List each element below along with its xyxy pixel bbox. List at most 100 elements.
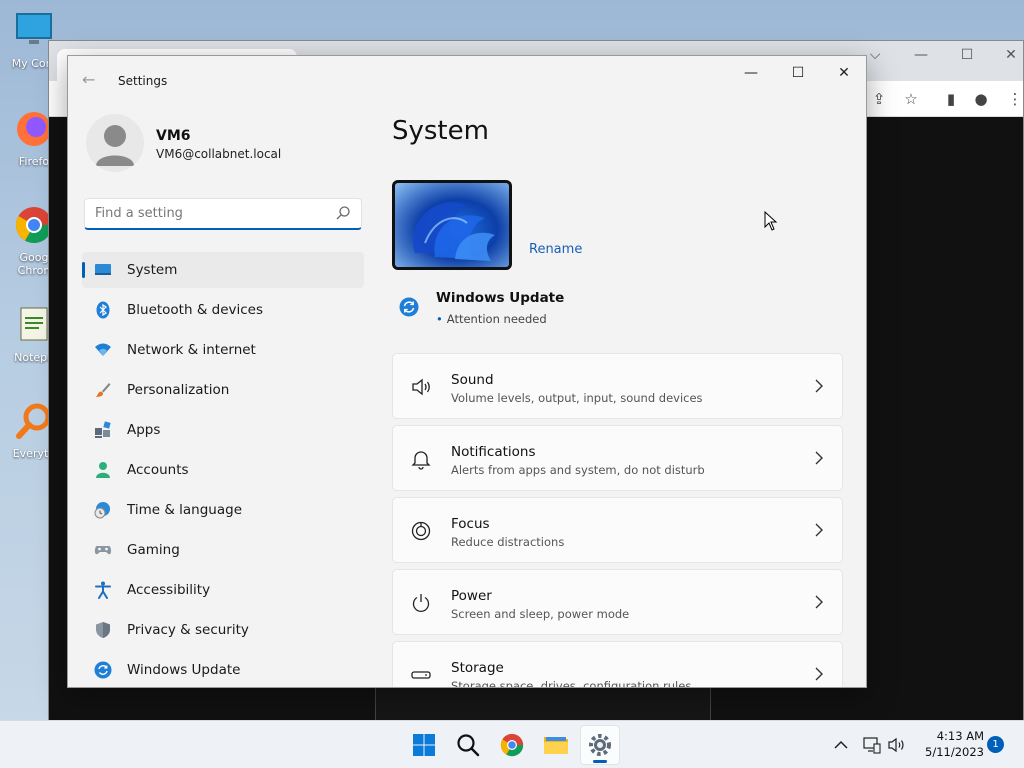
card-notifications[interactable]: Notifications Alerts from apps and syste… xyxy=(392,425,843,491)
back-arrow-icon[interactable]: ← xyxy=(82,70,102,90)
sidebar-item-accounts[interactable]: Accounts xyxy=(82,452,364,488)
clock-time: 4:13 AM xyxy=(936,729,984,743)
avatar xyxy=(86,114,144,172)
sidebar-item-apps[interactable]: Apps xyxy=(82,412,364,448)
maximize-button[interactable]: ☐ xyxy=(775,56,821,90)
chrome-icon xyxy=(500,733,524,757)
profile-icon[interactable]: ● xyxy=(971,89,991,109)
search-icon xyxy=(336,206,350,220)
side-panel-icon[interactable]: ▮ xyxy=(941,89,961,109)
windows-bloom-icon xyxy=(413,202,495,261)
bluetooth-icon xyxy=(96,301,110,319)
sidebar-item-gaming[interactable]: Gaming xyxy=(82,532,364,568)
browser-close-button[interactable]: ✕ xyxy=(989,47,1024,63)
windows-start-icon xyxy=(413,734,435,756)
search-input[interactable] xyxy=(85,199,325,227)
settings-cards-list: Sound Volume levels, output, input, soun… xyxy=(392,353,843,688)
network-ethernet-icon[interactable] xyxy=(862,735,882,755)
taskbar-search-button[interactable] xyxy=(448,725,488,765)
minimize-button[interactable]: — xyxy=(728,56,774,90)
card-power[interactable]: Power Screen and sleep, power mode xyxy=(392,569,843,635)
profile-email: VM6@collabnet.local xyxy=(156,147,282,161)
taskbar: 4:13 AM 5/11/2023 1 xyxy=(0,720,1024,768)
notification-badge[interactable]: 1 xyxy=(987,736,1004,753)
user-profile[interactable]: VM6 VM6@collabnet.local xyxy=(86,114,376,174)
taskbar-start-button[interactable] xyxy=(404,725,444,765)
sidebar-item-accessibility[interactable]: Accessibility xyxy=(82,572,364,608)
sidebar-item-personalization[interactable]: Personalization xyxy=(82,372,364,408)
sidebar-item-label: Accessibility xyxy=(127,582,211,598)
speaker-icon xyxy=(412,378,430,396)
sidebar-item-label: Gaming xyxy=(127,542,180,558)
sidebar-item-label: Accounts xyxy=(127,462,189,478)
power-icon xyxy=(412,594,430,612)
bookmark-star-icon[interactable]: ☆ xyxy=(901,89,921,109)
windows-update-status-text: Attention needed xyxy=(446,312,547,326)
device-wallpaper-thumbnail xyxy=(392,180,512,270)
shield-icon xyxy=(96,622,110,638)
card-title: Power xyxy=(451,588,492,604)
person-avatar-icon xyxy=(96,125,134,166)
settings-window: ← Settings — ☐ ✕ VM6 VM6@collabnet.local xyxy=(67,55,867,688)
system-icon xyxy=(95,264,111,275)
chevron-right-icon xyxy=(815,379,823,393)
sidebar-item-label: Personalization xyxy=(127,382,230,398)
card-title: Sound xyxy=(451,372,494,388)
menu-kebab-icon[interactable]: ⋮ xyxy=(1005,89,1024,109)
bell-icon xyxy=(411,451,431,470)
gear-icon xyxy=(589,734,611,756)
tray-overflow-chevron-icon[interactable] xyxy=(831,735,851,755)
search-box[interactable] xyxy=(84,198,362,230)
taskbar-chrome-button[interactable] xyxy=(492,725,532,765)
wifi-icon xyxy=(95,343,111,356)
sidebar-item-label: Privacy & security xyxy=(127,622,249,638)
windows-update-status: • Attention needed xyxy=(436,312,547,326)
close-button[interactable]: ✕ xyxy=(821,56,866,90)
sidebar-item-windows-update[interactable]: Windows Update xyxy=(82,652,364,687)
card-title: Notifications xyxy=(451,444,536,460)
brush-icon xyxy=(96,383,111,397)
focus-icon xyxy=(411,521,431,541)
sidebar-item-network[interactable]: Network & internet xyxy=(82,332,364,368)
apps-icon xyxy=(95,421,111,438)
sidebar-item-privacy-security[interactable]: Privacy & security xyxy=(82,612,364,648)
status-dot-icon: • xyxy=(436,312,443,326)
system-clock[interactable]: 4:13 AM 5/11/2023 xyxy=(914,728,984,760)
storage-icon xyxy=(411,671,431,679)
update-icon xyxy=(94,661,112,679)
share-icon[interactable]: ⇪ xyxy=(869,89,889,109)
card-storage[interactable]: Storage Storage space, drives, configura… xyxy=(392,641,843,688)
card-sound[interactable]: Sound Volume levels, output, input, soun… xyxy=(392,353,843,419)
card-title: Storage xyxy=(451,660,504,676)
accessibility-icon xyxy=(95,581,111,599)
sidebar-item-label: Network & internet xyxy=(127,342,256,358)
card-subtitle: Storage space, drives, configuration rul… xyxy=(451,679,692,688)
taskbar-settings-button[interactable] xyxy=(580,725,620,765)
rename-link[interactable]: Rename xyxy=(529,242,582,257)
gamepad-icon xyxy=(94,546,112,555)
clock-date: 5/11/2023 xyxy=(925,745,984,759)
browser-minimize-button[interactable]: — xyxy=(899,47,943,63)
taskbar-file-explorer-button[interactable] xyxy=(536,725,576,765)
sidebar-item-system[interactable]: System xyxy=(82,252,364,288)
card-focus[interactable]: Focus Reduce distractions xyxy=(392,497,843,563)
search-icon xyxy=(457,734,480,757)
sidebar-nav: System Bluetooth & devices Network & int… xyxy=(82,252,364,687)
sidebar-item-bluetooth[interactable]: Bluetooth & devices xyxy=(82,292,364,328)
windows-update-icon xyxy=(399,297,419,317)
folder-icon xyxy=(544,737,568,754)
sidebar-item-label: Windows Update xyxy=(127,662,241,678)
sidebar-item-time-language[interactable]: Time & language xyxy=(82,492,364,528)
windows-update-link[interactable]: Windows Update xyxy=(436,290,564,306)
card-title: Focus xyxy=(451,516,490,532)
page-title: System xyxy=(392,116,489,146)
person-icon xyxy=(96,462,110,478)
window-title: Settings xyxy=(118,74,168,88)
sidebar-item-label: Apps xyxy=(127,422,161,438)
browser-maximize-button[interactable]: ☐ xyxy=(945,47,989,63)
sidebar-item-label: Time & language xyxy=(127,502,243,518)
chevron-right-icon xyxy=(815,451,823,465)
sidebar-item-label: System xyxy=(127,262,178,278)
title-bar: ← Settings — ☐ ✕ xyxy=(68,56,866,104)
volume-icon[interactable] xyxy=(887,735,907,755)
